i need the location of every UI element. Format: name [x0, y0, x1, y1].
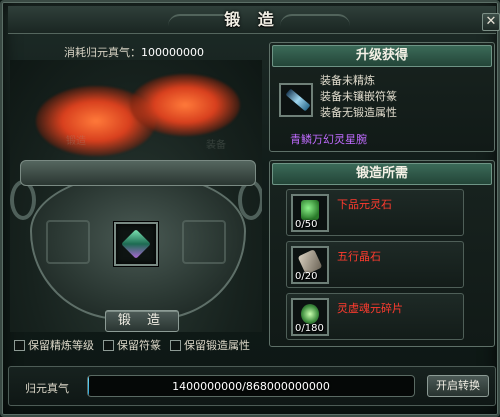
- option-keep-refine[interactable]: 保留精炼等级: [14, 337, 94, 353]
- requirement-count: 0/180: [295, 323, 324, 334]
- flame-right: [130, 74, 240, 136]
- requirement-item-slot[interactable]: 0/50: [291, 194, 329, 232]
- requirement-count: 0/20: [295, 271, 318, 282]
- option-keep-forge-attr-label: 保留锻造属性: [184, 339, 250, 352]
- requirements-panel-header: 锻造所需: [272, 163, 492, 185]
- window-title: 锻 造: [224, 10, 280, 29]
- reward-line-1: 装备未精炼: [320, 74, 375, 87]
- soul-fragment-icon: [301, 304, 319, 324]
- requirement-count: 0/50: [295, 219, 318, 230]
- forge-cauldron-area: 锻造 装备: [10, 60, 262, 332]
- cauldron-rim: [20, 160, 256, 186]
- forge-button[interactable]: 锻 造: [105, 310, 179, 332]
- ghost-text-1: 锻造: [66, 136, 86, 147]
- equipment-slot[interactable]: [114, 222, 158, 266]
- option-keep-talisman[interactable]: 保留符篆: [103, 337, 161, 353]
- checkbox-keep-forge-attr[interactable]: [170, 339, 181, 351]
- option-keep-talisman-label: 保留符篆: [117, 339, 161, 352]
- cost-label: 消耗归元真气：100000000: [64, 44, 204, 60]
- cauldron-handle-left: [10, 180, 36, 220]
- requirement-item-slot[interactable]: 0/20: [291, 246, 329, 284]
- energy-bar-panel: 归元真气 1400000000/868000000000 开启转换: [8, 366, 496, 406]
- energy-progress-text: 1400000000/868000000000: [172, 380, 330, 393]
- energy-label: 归元真气: [25, 382, 69, 395]
- cauldron-pattern-left: [46, 220, 90, 264]
- reward-item-slot[interactable]: [279, 83, 313, 117]
- reward-line-3: 装备无锻造属性: [320, 106, 397, 119]
- checkbox-keep-refine[interactable]: [14, 339, 25, 351]
- requirement-name: 灵虚魂元碎片: [337, 302, 403, 315]
- upgrade-panel: 升级获得 装备未精炼 装备未镶嵌符篆 装备无锻造属性 青鳞万幻灵星腕: [269, 42, 495, 152]
- requirement-item-slot[interactable]: 0/180: [291, 298, 329, 336]
- blade-icon: [285, 88, 311, 112]
- checkbox-keep-talisman[interactable]: [103, 339, 114, 351]
- cauldron-pattern-right: [182, 220, 226, 264]
- requirement-row: 0/180 灵虚魂元碎片: [286, 293, 464, 340]
- option-keep-refine-label: 保留精炼等级: [28, 339, 94, 352]
- cost-value: 100000000: [141, 46, 204, 59]
- ghost-text-2: 装备: [206, 140, 226, 151]
- requirement-row: 0/50 下品元灵石: [286, 189, 464, 236]
- requirement-name: 下品元灵石: [337, 198, 392, 211]
- upgrade-panel-header: 升级获得: [272, 45, 492, 67]
- requirements-panel: 锻造所需 0/50 下品元灵石 0/20 五行晶石 0/180 灵虚魂元碎片: [269, 160, 495, 347]
- requirement-row: 0/20 五行晶石: [286, 241, 464, 288]
- reward-line-2: 装备未镶嵌符篆: [320, 90, 397, 103]
- retain-options: 保留精炼等级 保留符篆 保留锻造属性: [14, 337, 274, 353]
- gem-feather-icon: [121, 229, 151, 259]
- reward-attributes: 装备未精炼 装备未镶嵌符篆 装备无锻造属性: [320, 73, 397, 121]
- green-stone-icon: [301, 200, 319, 220]
- cost-prefix: 消耗归元真气：: [64, 46, 141, 59]
- requirement-name: 五行晶石: [337, 250, 381, 263]
- energy-progress-bar: 1400000000/868000000000: [87, 375, 415, 397]
- option-keep-forge-attr[interactable]: 保留锻造属性: [170, 337, 250, 353]
- reward-item-name: 青鳞万幻灵星腕: [290, 133, 367, 146]
- start-conversion-button[interactable]: 开启转换: [427, 375, 489, 397]
- forge-window: ✕ 锻 造 消耗归元真气：100000000 锻造 装备 锻 造 保留精炼等级 …: [0, 0, 500, 417]
